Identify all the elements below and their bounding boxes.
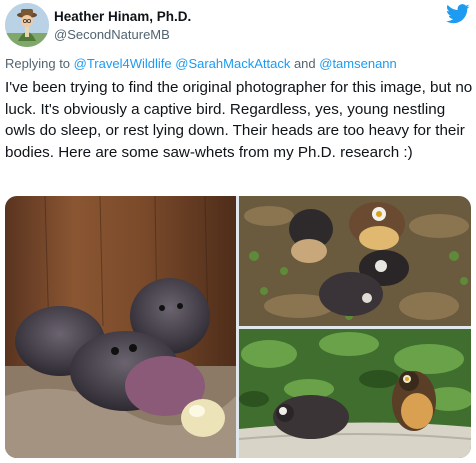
author-display-name[interactable]: Heather Hinam, Ph.D. — [54, 9, 191, 25]
author-handle[interactable]: @SecondNatureMB — [54, 27, 170, 43]
photo-nestlings-nest-box[interactable] — [5, 196, 236, 458]
photo-fledglings-forest-floor[interactable] — [239, 196, 471, 326]
replying-to-line: Replying to @Travel4Wildlife @SarahMackA… — [5, 56, 397, 72]
photo-juveniles-on-log[interactable] — [239, 329, 471, 458]
avatar-image — [5, 3, 49, 47]
replying-prefix: Replying to — [5, 56, 74, 71]
tweet-text: I've been trying to find the original ph… — [5, 79, 473, 161]
twitter-bird-icon[interactable] — [446, 4, 470, 24]
replying-joiner: and — [290, 56, 320, 71]
mention-link[interactable]: @Travel4Wildlife — [74, 56, 172, 71]
media-grid[interactable] — [5, 196, 471, 458]
mention-link[interactable]: @tamsenann — [319, 56, 397, 71]
mention-link[interactable]: @SarahMackAttack — [175, 56, 290, 71]
avatar[interactable] — [5, 3, 49, 47]
tweet: Heather Hinam, Ph.D. @SecondNatureMB Rep… — [0, 0, 476, 463]
